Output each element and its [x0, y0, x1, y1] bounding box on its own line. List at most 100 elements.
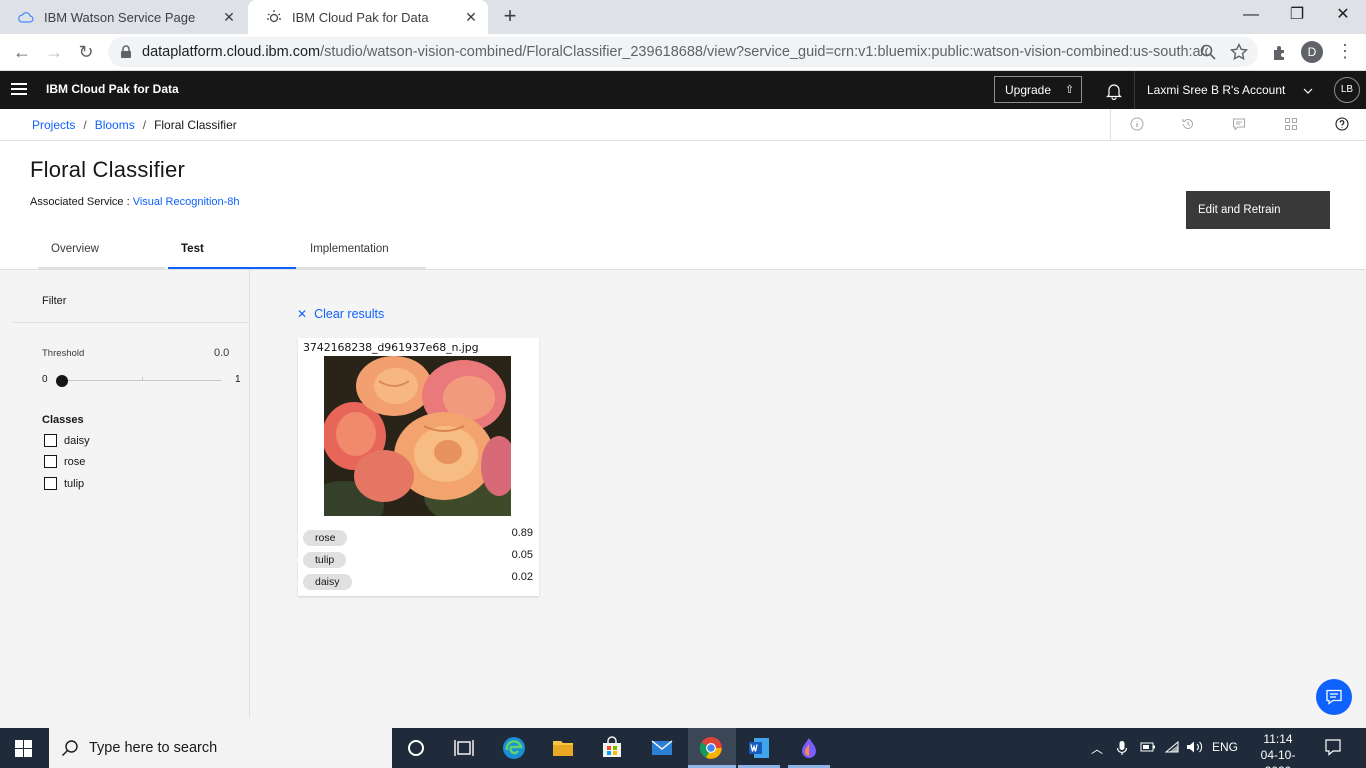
tab-implementation[interactable]: Implementation: [296, 238, 426, 269]
class-checkbox-tulip[interactable]: tulip: [44, 477, 84, 490]
filter-title: Filter: [42, 295, 67, 307]
browser-menu-icon[interactable]: ⋮: [1336, 40, 1354, 64]
class-score: 0.05: [511, 549, 533, 561]
paint-drop-icon[interactable]: [797, 736, 821, 760]
side-panel-toolbar: [1110, 109, 1366, 140]
star-icon[interactable]: [1229, 42, 1249, 61]
info-icon[interactable]: [1130, 117, 1144, 131]
threshold-label: Threshold: [42, 348, 85, 359]
url-host: dataplatform.cloud.ibm.com: [142, 44, 321, 60]
comment-icon[interactable]: [1232, 117, 1246, 131]
window-close-icon[interactable]: ✕: [1320, 0, 1366, 34]
word-icon[interactable]: [747, 736, 771, 760]
model-icon[interactable]: [1284, 117, 1298, 131]
language-indicator[interactable]: ENG: [1212, 740, 1238, 754]
edit-and-retrain-button[interactable]: Edit and Retrain: [1186, 191, 1330, 229]
clear-results-label: Clear results: [314, 307, 385, 321]
mail-icon[interactable]: [650, 736, 674, 760]
header-divider: [1134, 71, 1135, 109]
upgrade-button[interactable]: Upgrade ⇧: [994, 76, 1082, 103]
hamburger-menu-icon[interactable]: [11, 83, 27, 97]
store-icon[interactable]: [600, 736, 624, 760]
threshold-slider-track[interactable]: [57, 380, 222, 381]
minimize-icon[interactable]: —: [1228, 0, 1274, 34]
chrome-icon[interactable]: [699, 736, 723, 760]
tab-overview[interactable]: Overview: [38, 238, 165, 269]
checkbox[interactable]: [44, 477, 57, 490]
url-path: /studio/watson-vision-combined/FloralCla…: [320, 44, 1208, 60]
user-avatar[interactable]: LB: [1334, 77, 1360, 103]
class-tag: daisy: [303, 574, 352, 590]
zoom-icon[interactable]: [1199, 43, 1217, 61]
threshold-slider-handle[interactable]: [56, 375, 68, 387]
tab-test[interactable]: Test: [168, 238, 296, 269]
show-hidden-icons-icon[interactable]: ︿: [1091, 740, 1103, 757]
cortana-icon[interactable]: [404, 736, 428, 760]
upgrade-arrow-icon: ⇧: [1065, 84, 1075, 96]
lock-icon: [120, 45, 132, 59]
account-switcher[interactable]: Laxmi Sree B R's Account: [1147, 83, 1285, 97]
file-explorer-icon[interactable]: [551, 736, 575, 760]
breadcrumb-projects[interactable]: Projects: [32, 118, 75, 132]
chevron-down-icon[interactable]: [1302, 84, 1314, 96]
help-icon[interactable]: [1335, 117, 1349, 131]
associated-service-label: Associated Service :: [30, 196, 133, 208]
forward-icon[interactable]: →: [42, 40, 66, 64]
class-label: tulip: [64, 477, 85, 490]
notification-bell-icon[interactable]: [1105, 82, 1123, 101]
windows-taskbar: Type here to search ︿ ENG 11:14 04-10-20…: [0, 728, 1366, 768]
battery-icon[interactable]: [1140, 740, 1156, 757]
system-clock[interactable]: 11:14 04-10-2020: [1248, 731, 1308, 768]
chat-support-button[interactable]: [1316, 679, 1352, 715]
browser-tab-title: IBM Cloud Pak for Data: [292, 9, 429, 25]
class-label: daisy: [64, 434, 90, 447]
class-tag: rose: [303, 530, 348, 546]
url-field[interactable]: dataplatform.cloud.ibm.com/studio/watson…: [108, 37, 1258, 67]
browser-address-bar: ← → ↻ dataplatform.cloud.ibm.com/studio/…: [0, 34, 1366, 71]
ibm-sun-icon: [266, 9, 282, 25]
history-icon[interactable]: [1181, 117, 1195, 131]
url-text: dataplatform.cloud.ibm.com/studio/watson…: [142, 44, 1208, 60]
chat-icon: [1326, 689, 1342, 705]
microphone-icon[interactable]: [1116, 740, 1128, 759]
reload-icon[interactable]: ↻: [74, 40, 98, 64]
clock-date: 04-10-2020: [1260, 748, 1296, 768]
close-icon: ✕: [297, 307, 308, 321]
result-row: tulip 0.05: [303, 549, 533, 570]
breadcrumb-bar: Projects / Blooms / Floral Classifier: [0, 109, 1366, 141]
extensions-icon[interactable]: [1270, 43, 1290, 63]
task-view-icon[interactable]: [452, 736, 476, 760]
checkbox[interactable]: [44, 455, 57, 468]
new-tab-button[interactable]: +: [498, 5, 522, 29]
windows-start-icon[interactable]: [15, 740, 32, 757]
volume-icon[interactable]: [1186, 740, 1204, 757]
filter-panel: Filter Threshold 0.0 0 1 Classes daisy r…: [0, 270, 250, 717]
breadcrumb-blooms[interactable]: Blooms: [95, 118, 135, 132]
action-center-icon[interactable]: [1324, 738, 1342, 756]
breadcrumb-separator: /: [142, 118, 147, 132]
class-checkbox-daisy[interactable]: daisy: [44, 434, 90, 447]
clear-results-button[interactable]: ✕ Clear results: [297, 307, 384, 321]
browser-tab-watson[interactable]: IBM Watson Service Page ✕: [0, 0, 246, 34]
brand-name[interactable]: IBM Cloud Pak for Data: [46, 82, 179, 96]
back-icon[interactable]: ←: [10, 40, 34, 64]
roses-photo: [324, 356, 511, 516]
slider-max-label: 1: [235, 374, 241, 385]
taskbar-search[interactable]: Type here to search: [49, 728, 392, 768]
edge-icon[interactable]: [502, 736, 526, 760]
classes-title: Classes: [42, 414, 84, 426]
profile-avatar[interactable]: D: [1301, 41, 1323, 63]
result-card[interactable]: 3742168238_d961937e68_n.jpg rose 0.89 tu…: [298, 338, 539, 596]
slider-tick: [142, 377, 143, 381]
associated-service-link[interactable]: Visual Recognition-8h: [133, 196, 240, 208]
browser-tab-cloudpak[interactable]: IBM Cloud Pak for Data ✕: [248, 0, 488, 34]
restore-icon[interactable]: ❐: [1274, 0, 1320, 34]
close-tab-icon[interactable]: ✕: [462, 8, 480, 26]
checkbox[interactable]: [44, 434, 57, 447]
test-content-area: Filter Threshold 0.0 0 1 Classes daisy r…: [0, 269, 1366, 728]
close-tab-icon[interactable]: ✕: [220, 8, 238, 26]
class-checkbox-rose[interactable]: rose: [44, 455, 85, 468]
wifi-icon[interactable]: [1164, 740, 1180, 757]
breadcrumb-separator: /: [83, 118, 87, 132]
divider: [13, 322, 249, 323]
